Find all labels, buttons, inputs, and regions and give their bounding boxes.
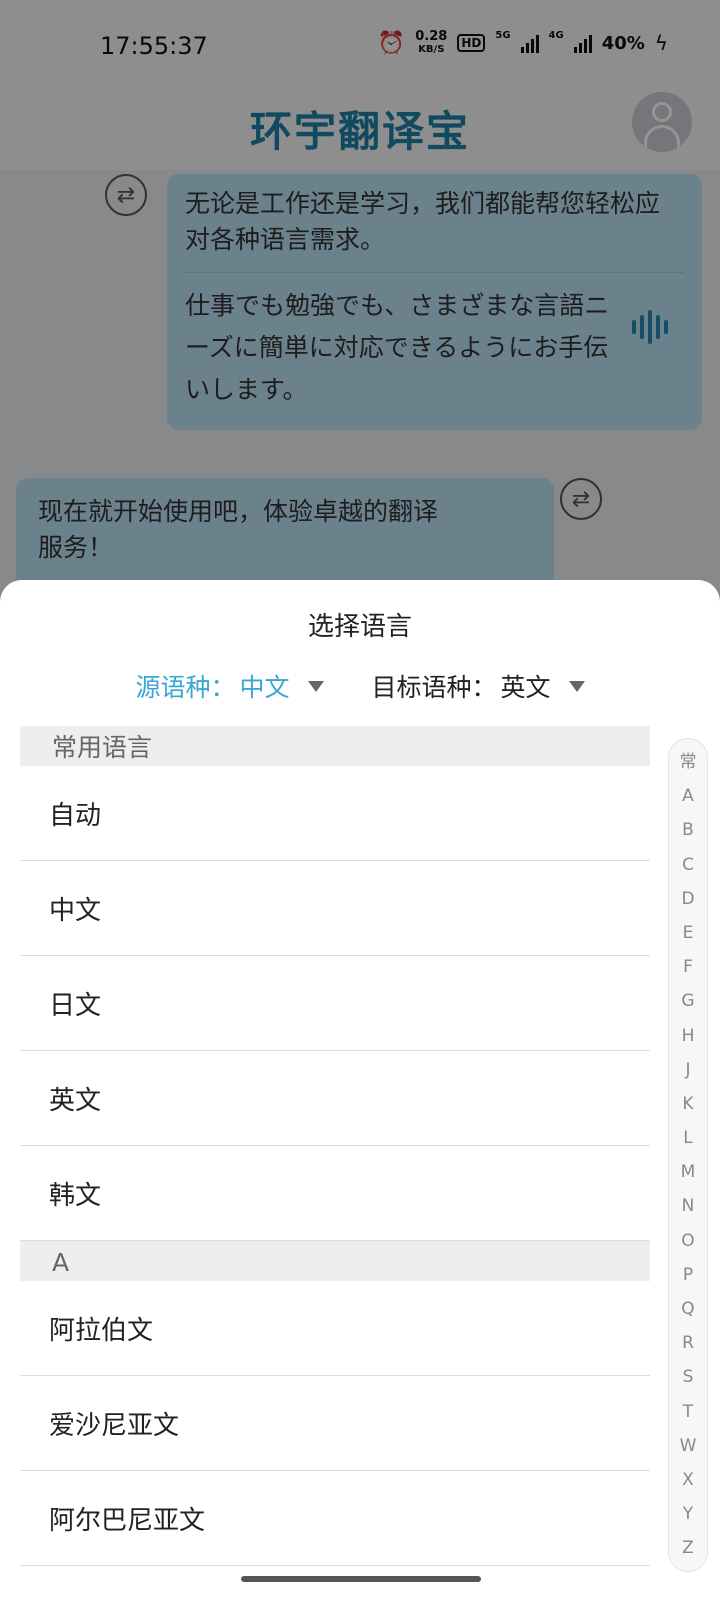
language-list[interactable]: 常用语言 自动 中文 日文 英文 韩文 A 阿拉伯文 爱沙尼亚文 阿尔巴尼亚文 [20,726,650,1566]
index-letter[interactable]: F [669,950,707,984]
list-item[interactable]: 阿拉伯文 [20,1281,650,1376]
index-letter[interactable]: C [669,848,707,882]
caret-down-icon [568,680,585,692]
list-item[interactable]: 爱沙尼亚文 [20,1376,650,1471]
index-letter[interactable]: N [669,1189,707,1223]
index-letter[interactable]: B [669,813,707,847]
index-letter[interactable]: G [669,984,707,1018]
language-select-sheet: 选择语言 源语种： 中文 目标语种： 英文 常用语言 自动 中文 日文 英文 韩… [0,580,720,1600]
target-language-label: 目标语种： [371,673,497,702]
language-pair-row: 源语种： 中文 目标语种： 英文 [0,668,720,704]
index-letter[interactable]: Q [669,1292,707,1326]
list-item[interactable]: 韩文 [20,1146,650,1241]
index-letter[interactable]: L [669,1121,707,1155]
alphabet-index-bar[interactable]: 常ABCDEFGHJKLMNOPQRSTWXYZ [668,738,708,1572]
sheet-title: 选择语言 [307,612,412,642]
index-letter[interactable]: T [669,1395,707,1429]
index-letter[interactable]: H [669,1019,707,1053]
section-header: 常用语言 [20,726,650,766]
caret-down-icon [307,680,324,692]
source-language-value: 中文 [239,673,290,702]
index-letter[interactable]: K [669,1087,707,1121]
index-letter[interactable]: X [669,1463,707,1497]
index-letter[interactable]: Y [669,1497,707,1531]
index-letter[interactable]: M [669,1155,707,1189]
index-letter[interactable]: A [669,779,707,813]
list-item[interactable]: 中文 [20,861,650,956]
index-letter[interactable]: D [669,882,707,916]
index-letter[interactable]: Z [669,1531,707,1565]
list-item[interactable]: 英文 [20,1051,650,1146]
source-language-selector[interactable]: 源语种： 中文 [135,668,324,704]
index-letter[interactable]: P [669,1258,707,1292]
index-letter[interactable]: O [669,1224,707,1258]
list-item[interactable]: 日文 [20,956,650,1051]
index-letter[interactable]: E [669,916,707,950]
index-letter[interactable]: W [669,1429,707,1463]
target-language-selector[interactable]: 目标语种： 英文 [372,668,585,704]
index-letter[interactable]: R [669,1326,707,1360]
section-header: A [20,1241,650,1281]
index-letter[interactable]: S [669,1360,707,1394]
source-language-label: 源语种： [135,673,236,702]
target-language-value: 英文 [500,673,551,702]
list-item[interactable]: 自动 [20,766,650,861]
list-item[interactable]: 阿尔巴尼亚文 [20,1471,650,1566]
index-letter[interactable]: J [669,1053,707,1087]
index-letter[interactable]: 常 [669,745,707,779]
home-indicator[interactable] [241,1576,481,1582]
